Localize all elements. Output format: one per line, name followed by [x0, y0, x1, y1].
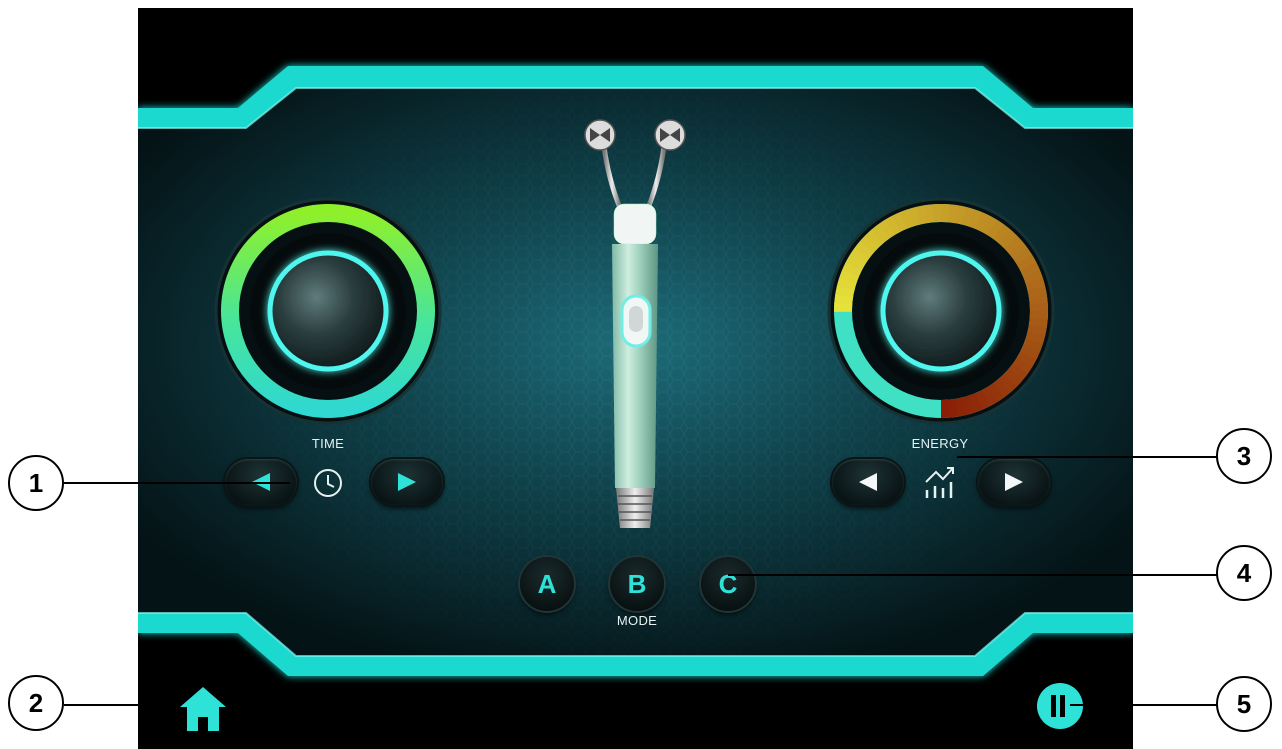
- energy-ring-segment: [1028, 293, 1048, 305]
- energy-ring-segment: [884, 215, 901, 236]
- energy-decrease-button[interactable]: [832, 459, 904, 505]
- triangle-right-icon: [1005, 473, 1023, 491]
- pause-icon[interactable]: [1036, 682, 1084, 730]
- clock-icon: [312, 467, 344, 499]
- callout-leader-2: [64, 704, 138, 706]
- energy-ring-segment: [915, 205, 928, 225]
- energy-gauge: [827, 197, 1055, 425]
- callout-2: 2: [8, 675, 64, 731]
- home-icon[interactable]: [178, 685, 228, 733]
- time-increase-button[interactable]: [371, 459, 443, 505]
- energy-ring-segment: [1003, 234, 1023, 254]
- energy-ring-segment: [968, 392, 983, 413]
- energy-ring-segment: [1012, 247, 1033, 265]
- energy-ring-segment: [834, 294, 854, 305]
- energy-ring-segment: [899, 209, 914, 230]
- energy-ring-segment: [954, 205, 966, 225]
- energy-ring-segment: [836, 277, 857, 292]
- energy-ring-segment: [992, 223, 1011, 244]
- energy-ring-segment: [980, 215, 997, 236]
- bar-chart-trend-icon: [922, 464, 958, 500]
- energy-ring-segment: [1022, 269, 1043, 284]
- callout-leader-1: [64, 482, 290, 484]
- energy-ring-segment: [1008, 240, 1028, 259]
- energy-ring-segment: [1003, 368, 1023, 387]
- callout-4: 4: [1216, 545, 1272, 601]
- energy-ring-segment: [1027, 285, 1047, 298]
- energy-ring-segment: [998, 373, 1018, 393]
- energy-ring-segment: [967, 208, 982, 229]
- energy-ring-segment: [870, 224, 889, 244]
- energy-ring-segment: [986, 219, 1004, 240]
- callout-leader-5: [1070, 704, 1218, 706]
- energy-ring-segment: [838, 270, 859, 285]
- mode-c-button[interactable]: C: [701, 557, 755, 611]
- energy-increase-button[interactable]: [978, 459, 1050, 505]
- mode-b-button[interactable]: B: [610, 557, 664, 611]
- energy-ring-segment: [960, 206, 975, 227]
- energy-ring-segment: [954, 397, 967, 417]
- energy-ring-segment: [845, 255, 866, 272]
- energy-ring-segment: [1020, 344, 1041, 360]
- energy-ring-segment: [1027, 324, 1047, 336]
- energy-ring-segment: [1023, 337, 1044, 352]
- energy-ring-segment: [1016, 254, 1037, 271]
- energy-ring-segment: [849, 248, 870, 266]
- energy-ring-segment: [1028, 317, 1048, 328]
- energy-ring-segment: [923, 204, 935, 224]
- triangle-right-icon: [398, 473, 416, 491]
- energy-ring-segment: [1025, 330, 1046, 345]
- energy-ring-segment: [891, 212, 908, 233]
- energy-ring-segment: [947, 204, 958, 224]
- energy-ring-segment: [961, 395, 975, 416]
- energy-ring-segment: [947, 398, 959, 418]
- energy-ring-segment: [974, 211, 990, 232]
- triangle-left-icon: [859, 473, 877, 491]
- energy-ring-segment: [877, 219, 895, 240]
- panel-frame: [138, 66, 1133, 676]
- callout-5: 5: [1216, 676, 1272, 732]
- energy-ring-segment: [974, 389, 991, 410]
- energy-ring-segment: [981, 386, 998, 407]
- energy-ring-segment: [1025, 277, 1046, 291]
- energy-ring-segment: [993, 378, 1012, 398]
- energy-ring-segment: [1016, 350, 1037, 367]
- energy-ring-segment: [853, 241, 874, 260]
- energy-ring-segment: [1008, 362, 1029, 381]
- mode-label: MODE: [616, 613, 658, 628]
- time-gauge: [214, 197, 442, 425]
- callout-leader-3: [957, 456, 1219, 458]
- energy-ring-segment: [835, 286, 855, 298]
- energy-ring-segment: [1012, 356, 1033, 374]
- energy-ring-segment: [864, 229, 884, 249]
- callout-leader-4: [728, 574, 1218, 576]
- energy-ring-segment: [1019, 261, 1040, 278]
- energy-ring-segment: [841, 262, 862, 278]
- callout-1: 1: [8, 455, 64, 511]
- energy-ring-segment: [998, 229, 1017, 249]
- mode-a-button[interactable]: A: [520, 557, 574, 611]
- energy-ring-segment: [907, 206, 921, 227]
- energy-ring-segment: [859, 235, 879, 254]
- device-screen: TIME ENERGY A B C MODE: [138, 8, 1133, 749]
- energy-label: ENERGY: [911, 436, 969, 451]
- energy-ring-segment: [987, 382, 1005, 403]
- callout-3: 3: [1216, 428, 1272, 484]
- time-label: TIME: [311, 436, 345, 451]
